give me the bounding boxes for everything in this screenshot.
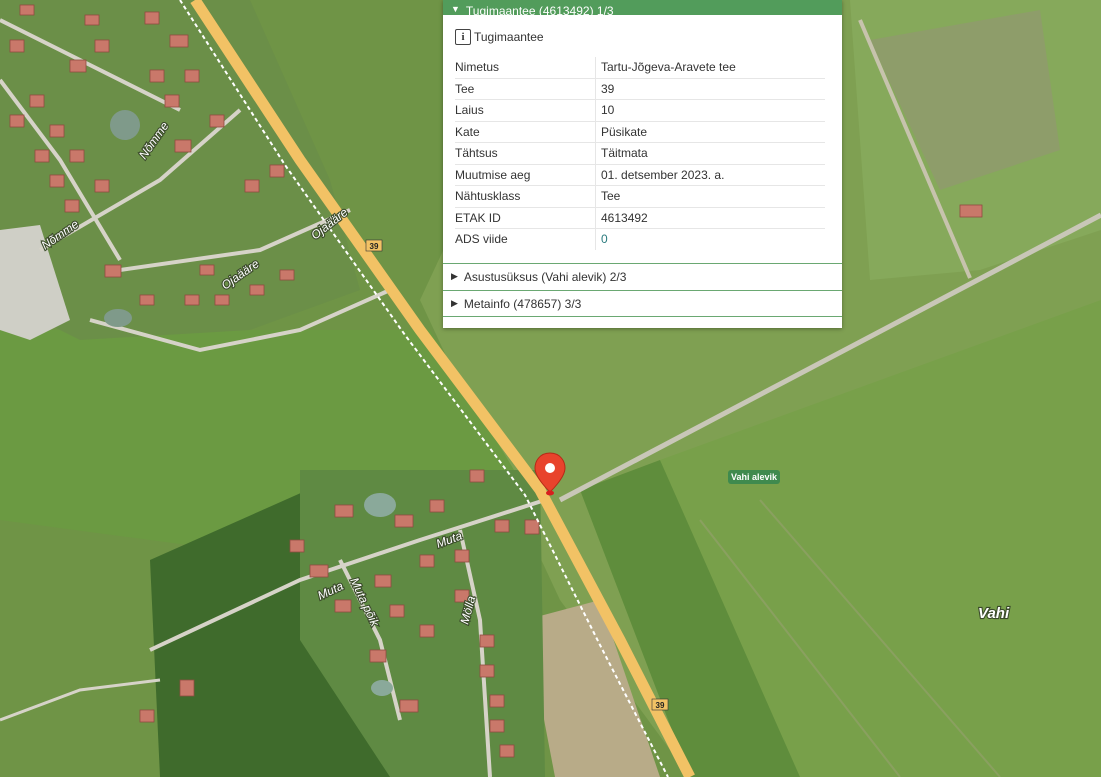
pond-1 xyxy=(110,110,140,140)
road-badge-1: 39 xyxy=(365,239,383,252)
table-row: Nimetus Tartu-Jõgeva-Aravete tee xyxy=(455,57,825,79)
panel-header-title: Tugimaantee (4613492) 1/3 xyxy=(465,4,614,15)
section-label: Asustusüksus (Vahi alevik) 2/3 xyxy=(463,269,627,284)
panel-bottom-divider xyxy=(443,316,842,317)
pond-3 xyxy=(104,309,132,327)
pond-4 xyxy=(371,680,393,696)
svg-text:39: 39 xyxy=(370,242,379,251)
table-row: ETAK ID 4613492 xyxy=(455,207,825,229)
area-label-vahi-alevik[interactable]: Vahi alevik xyxy=(728,470,780,484)
table-row: Nähtusklass Tee xyxy=(455,185,825,208)
feature-type-row: i Tugimaantee xyxy=(443,15,842,47)
section-label: Metainfo (478657) 3/3 xyxy=(463,296,582,311)
attribute-table: Nimetus Tartu-Jõgeva-Aravete tee Tee 39 La… xyxy=(455,57,825,250)
info-icon: i xyxy=(455,29,471,45)
table-row: Kate Püsikate xyxy=(455,121,825,143)
expand-arrow-icon: ▶ xyxy=(451,271,458,281)
feature-type-label: Tugimaantee xyxy=(474,30,544,44)
road-badge-2: 39 xyxy=(651,698,669,711)
label-town-vahi: Vahi xyxy=(978,605,1010,622)
expand-arrow-icon: ▶ xyxy=(451,298,458,308)
table-row: Tähtsus Täitmata xyxy=(455,142,825,165)
svg-text:39: 39 xyxy=(656,701,665,710)
table-row: Muutmise aeg 01. detsember 2023. a. xyxy=(455,164,825,186)
pond-2 xyxy=(364,493,396,517)
collapse-arrow-icon[interactable]: ▼ xyxy=(451,3,460,15)
table-row: Laius 10 xyxy=(455,99,825,122)
section-metainfo[interactable]: ▶ Metainfo (478657) 3/3 xyxy=(443,290,842,316)
info-panel: ▼ Tugimaantee (4613492) 1/3 i Tugimaante… xyxy=(443,0,842,328)
panel-header[interactable]: ▼ Tugimaantee (4613492) 1/3 xyxy=(443,0,842,15)
table-row: Tee 39 xyxy=(455,78,825,100)
section-asustusyksus[interactable]: ▶ Asustusüksus (Vahi alevik) 2/3 xyxy=(443,263,842,289)
ads-link[interactable]: 0 xyxy=(596,229,826,250)
table-row: ADS viide 0 xyxy=(455,228,826,250)
